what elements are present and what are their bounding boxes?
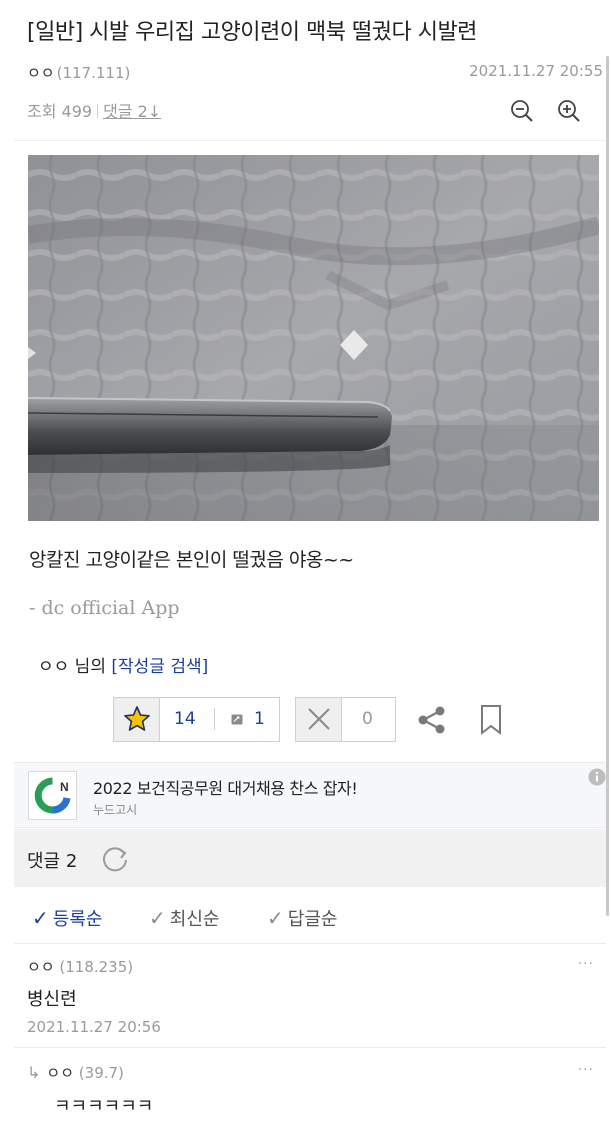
comments-jump-link[interactable]: 댓글 2↓ xyxy=(103,102,161,121)
check-icon: ✓ xyxy=(32,906,49,930)
comment-author[interactable]: ↳ ㅇㅇ (39.7) xyxy=(27,1062,124,1083)
ad-logo: N xyxy=(28,771,77,820)
sort-replies-label: 답글순 xyxy=(287,909,338,930)
view-count: 조회 499 xyxy=(27,102,93,121)
post-body-text: 앙칼진 고양이같은 본인이 떨궜음 야옹~~ xyxy=(29,549,354,571)
comment-item: ㅇㅇ (118.235) ··· 병신련 2021.11.27 20:56 xyxy=(14,956,606,1048)
sort-registered-label: 등록순 xyxy=(52,909,103,930)
check-icon: ✓ xyxy=(149,906,166,930)
comment-date: 2021.11.27 20:56 xyxy=(27,1018,161,1036)
comments-header: 댓글 2 xyxy=(14,829,606,887)
sort-replies[interactable]: ✓ 답글순 xyxy=(267,905,337,931)
comment-text: ㅋㅋㅋㅋㅋㅋ xyxy=(54,1096,154,1117)
downvote-button[interactable] xyxy=(296,698,342,741)
star-icon xyxy=(124,706,150,731)
fix-icon[interactable] xyxy=(231,714,243,725)
ad-title[interactable]: 2022 보건직공무원 대거채용 찬스 잡자! xyxy=(93,775,358,799)
comment-more-icon[interactable]: ··· xyxy=(578,1062,594,1078)
post-author-ip: (117.111) xyxy=(56,64,131,82)
comment-author[interactable]: ㅇㅇ (118.235) xyxy=(27,956,133,977)
app-signature: - dc official App xyxy=(29,597,180,619)
post-title: [일반] 시발 우리집 고양이련이 맥북 떨궜다 시발련 xyxy=(27,20,477,45)
comment-sort-bar: ✓ 등록순 ✓ 최신순 ✓ 답글순 xyxy=(14,888,606,944)
share-icon[interactable] xyxy=(416,704,448,736)
author-search-link[interactable]: [작성글 검색] xyxy=(111,657,208,677)
sort-registered[interactable]: ✓ 등록순 xyxy=(32,905,102,931)
author-search-prefix: ㅇㅇ 님의 xyxy=(38,657,112,677)
stats-divider xyxy=(97,104,99,118)
bookmark-icon[interactable] xyxy=(478,704,504,736)
ad-subtitle: 누드고시 xyxy=(93,803,138,817)
refresh-icon[interactable] xyxy=(100,844,130,874)
comment-more-icon[interactable]: ··· xyxy=(578,956,594,972)
vote-divider xyxy=(214,708,215,730)
comments-count-label: 댓글 2 xyxy=(27,851,78,872)
comment-reply-item: ↳ ㅇㅇ (39.7) ··· ㅋㅋㅋㅋㅋㅋ xyxy=(14,1049,606,1132)
comment-author-ip: (118.235) xyxy=(59,958,134,976)
author-search: ㅇㅇ 님의 [작성글 검색] xyxy=(38,652,208,677)
x-icon xyxy=(308,708,330,730)
info-icon[interactable] xyxy=(588,768,606,786)
scrollbar-thumb[interactable] xyxy=(606,56,609,916)
fix-count: 1 xyxy=(254,709,265,729)
upvote-box: 14 1 xyxy=(113,697,280,742)
downvote-box: 0 xyxy=(295,697,396,742)
post-stats: 조회 499 댓글 2↓ xyxy=(27,98,587,126)
upvote-button[interactable] xyxy=(114,698,160,741)
ad-logo-letter: N xyxy=(60,780,69,794)
post-author[interactable]: ㅇㅇ xyxy=(27,64,55,82)
check-icon: ✓ xyxy=(267,906,284,930)
comment-author-ip: (39.7) xyxy=(78,1064,124,1082)
sort-latest-label: 최신순 xyxy=(169,909,220,930)
upvote-count: 14 xyxy=(174,709,196,729)
zoom-out-icon[interactable] xyxy=(509,98,535,124)
post-photo[interactable] xyxy=(28,155,599,521)
sort-latest[interactable]: ✓ 최신순 xyxy=(149,905,219,931)
downvote-count: 0 xyxy=(362,709,373,729)
ad-banner[interactable]: N 2022 보건직공무원 대거채용 찬스 잡자! 누드고시 xyxy=(14,762,606,828)
reply-arrow-icon: ↳ xyxy=(27,1063,41,1082)
header-divider xyxy=(14,140,606,141)
zoom-in-icon[interactable] xyxy=(556,98,582,124)
comment-text: 병신련 xyxy=(27,989,77,1010)
post-meta: ㅇㅇ (117.111) 2021.11.27 20:55 xyxy=(27,62,603,84)
post-date: 2021.11.27 20:55 xyxy=(469,62,603,80)
